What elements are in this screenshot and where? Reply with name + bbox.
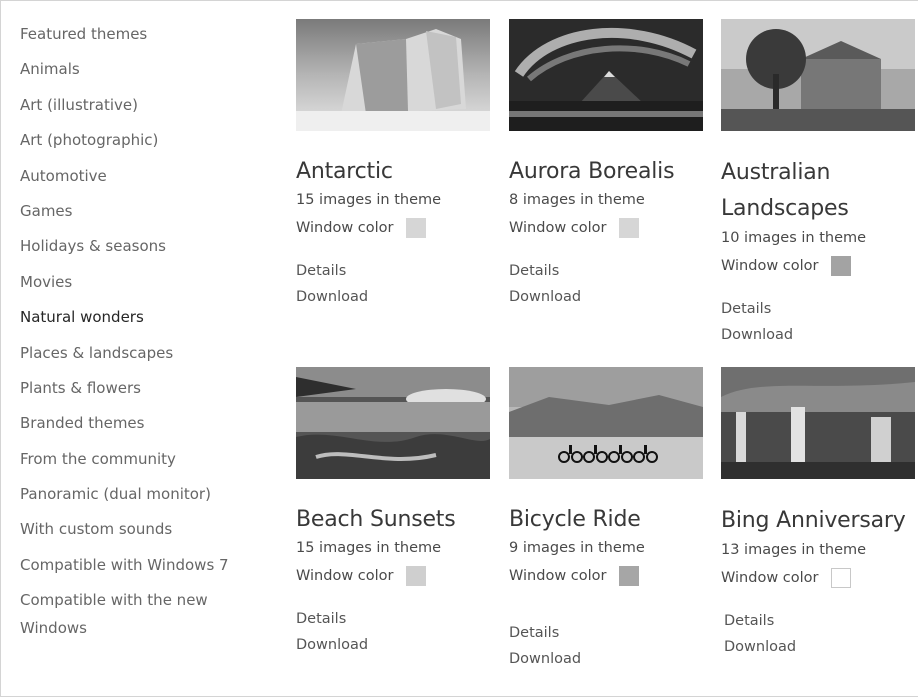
theme-links: Details Download — [509, 620, 714, 672]
details-link[interactable]: Details — [509, 258, 714, 284]
window-color-swatch — [618, 566, 639, 586]
sidebar-item-places-landscapes[interactable]: Places & landscapes — [20, 343, 275, 363]
sidebar-item-holidays-seasons[interactable]: Holidays & seasons — [20, 236, 275, 256]
theme-thumbnail-bicycle-ride[interactable] — [509, 367, 703, 479]
details-link[interactable]: Details — [724, 608, 920, 634]
sidebar-item-branded-themes[interactable]: Branded themes — [20, 413, 275, 433]
window-color-label: Window color — [509, 568, 607, 584]
window-color-row: Window color — [509, 566, 714, 586]
theme-title: Antarctic — [296, 159, 393, 184]
download-link[interactable]: Download — [296, 284, 501, 310]
theme-thumbnail-bing-anniversary[interactable] — [721, 367, 915, 479]
theme-links: Details Download — [296, 606, 501, 658]
download-link[interactable]: Download — [724, 634, 920, 660]
theme-card-australian-landscapes: Australian Landscapes 10 images in theme… — [721, 19, 920, 348]
sidebar-item-games[interactable]: Games — [20, 201, 275, 221]
sidebar-item-panoramic[interactable]: Panoramic (dual monitor) — [20, 484, 275, 504]
theme-links: Details Download — [296, 258, 501, 310]
theme-title: Beach Sunsets — [296, 507, 456, 532]
theme-thumbnail-antarctic[interactable] — [296, 19, 490, 131]
sidebar-item-windows-7[interactable]: Compatible with Windows 7 — [20, 555, 275, 575]
theme-title: Australian Landscapes — [721, 160, 849, 221]
theme-image-count: 13 images in theme — [721, 542, 867, 558]
window-color-label: Window color — [721, 258, 819, 274]
theme-links: Details Download — [724, 608, 920, 660]
download-link[interactable]: Download — [509, 646, 714, 672]
category-sidebar: Featured themes Animals Art (illustrativ… — [20, 24, 275, 658]
window-color-row: Window color — [509, 218, 714, 238]
theme-title: Bicycle Ride — [509, 507, 641, 532]
sidebar-item-from-the-community[interactable]: From the community — [20, 449, 275, 469]
theme-thumbnail-aurora-borealis[interactable] — [509, 19, 703, 131]
theme-image-count: 10 images in theme — [721, 230, 867, 246]
sidebar-item-natural-wonders[interactable]: Natural wonders — [20, 307, 275, 327]
theme-thumbnail-beach-sunsets[interactable] — [296, 367, 490, 479]
theme-card-beach-sunsets: Beach Sunsets 15 images in theme Window … — [296, 367, 501, 658]
window-color-swatch — [830, 568, 851, 588]
window-color-row: Window color — [296, 218, 501, 238]
theme-image-count: 8 images in theme — [509, 192, 645, 208]
theme-image-count: 15 images in theme — [296, 540, 442, 556]
theme-card-bicycle-ride: Bicycle Ride 9 images in theme Window co… — [509, 367, 714, 672]
theme-card-antarctic: Antarctic 15 images in theme Window colo… — [296, 19, 501, 310]
theme-links: Details Download — [509, 258, 714, 310]
sidebar-item-plants-flowers[interactable]: Plants & flowers — [20, 378, 275, 398]
details-link[interactable]: Details — [721, 296, 920, 322]
download-link[interactable]: Download — [721, 322, 920, 348]
sidebar-item-animals[interactable]: Animals — [20, 59, 275, 79]
window-color-row: Window color — [721, 568, 920, 588]
download-link[interactable]: Download — [296, 632, 501, 658]
theme-card-aurora-borealis: Aurora Borealis 8 images in theme Window… — [509, 19, 714, 310]
window-color-label: Window color — [509, 220, 607, 236]
theme-title: Aurora Borealis — [509, 159, 675, 184]
window-color-swatch — [618, 218, 639, 238]
window-color-row: Window color — [721, 256, 920, 276]
sidebar-item-movies[interactable]: Movies — [20, 272, 275, 292]
theme-image-count: 9 images in theme — [509, 540, 645, 556]
details-link[interactable]: Details — [296, 606, 501, 632]
theme-title: Bing Anniversary — [721, 508, 906, 533]
window-color-swatch — [405, 218, 426, 238]
sidebar-item-new-windows[interactable]: Compatible with the new Windows — [20, 586, 250, 642]
window-color-row: Window color — [296, 566, 501, 586]
window-color-label: Window color — [296, 220, 394, 236]
window-color-swatch — [405, 566, 426, 586]
sidebar-item-featured-themes[interactable]: Featured themes — [20, 24, 275, 44]
theme-links: Details Download — [721, 296, 920, 348]
window-color-label: Window color — [296, 568, 394, 584]
details-link[interactable]: Details — [509, 620, 714, 646]
download-link[interactable]: Download — [509, 284, 714, 310]
theme-thumbnail-australian-landscapes[interactable] — [721, 19, 915, 131]
details-link[interactable]: Details — [296, 258, 501, 284]
theme-card-bing-anniversary: Bing Anniversary 13 images in theme Wind… — [721, 367, 920, 660]
sidebar-item-automotive[interactable]: Automotive — [20, 166, 275, 186]
window-color-label: Window color — [721, 570, 819, 586]
sidebar-item-custom-sounds[interactable]: With custom sounds — [20, 519, 275, 539]
window-color-swatch — [830, 256, 851, 276]
theme-image-count: 15 images in theme — [296, 192, 442, 208]
sidebar-item-art-photographic[interactable]: Art (photographic) — [20, 130, 275, 150]
sidebar-item-art-illustrative[interactable]: Art (illustrative) — [20, 95, 275, 115]
